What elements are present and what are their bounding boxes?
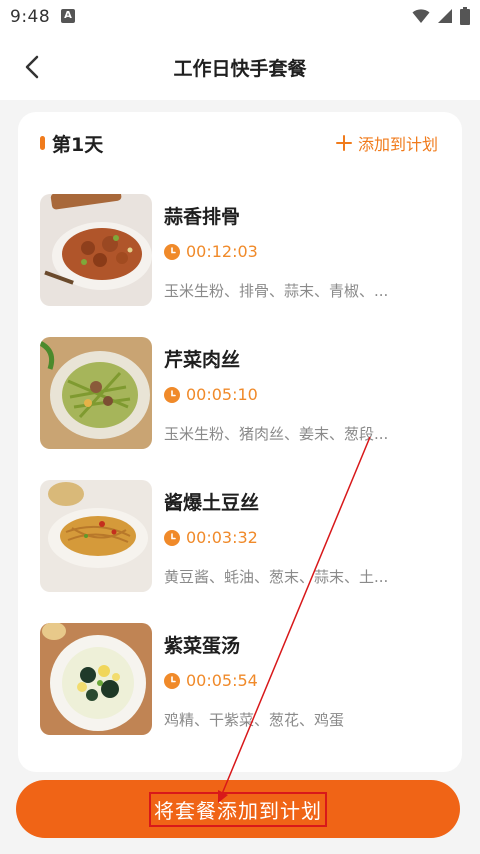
notification-icon: A	[61, 9, 75, 23]
add-to-plan-link[interactable]: 添加到计划	[335, 130, 438, 156]
dish-ingredients: 鸡精、干紫菜、葱花、鸡蛋	[164, 711, 345, 729]
dish-photo	[40, 623, 152, 735]
dish-time-text: 00:05:10	[186, 385, 258, 404]
dish-time: 00:05:10	[164, 385, 258, 404]
page-title: 工作日快手套餐	[173, 58, 307, 80]
status-bar: 9:48 A	[0, 0, 480, 34]
clock-icon	[164, 386, 180, 403]
day-title: 第1天	[52, 133, 104, 156]
dish-item[interactable]: 酱爆土豆丝 00:03:32 黄豆酱、蚝油、葱末、蒜末、土...	[40, 480, 440, 623]
day-header: 第1天	[40, 130, 103, 156]
dish-list: 蒜香排骨 00:12:03 玉米生粉、排骨、蒜末、青椒、... 芹菜肉丝 00:…	[40, 194, 440, 766]
dish-item[interactable]: 芹菜肉丝 00:05:10 玉米生粉、猪肉丝、姜末、葱段...	[40, 337, 440, 480]
clock-icon	[164, 672, 180, 689]
dish-name: 紫菜蛋汤	[164, 635, 241, 657]
dish-time-text: 00:03:32	[186, 528, 258, 547]
add-package-to-plan-label: 将套餐添加到计划	[149, 791, 327, 827]
dish-name: 芹菜肉丝	[164, 349, 241, 371]
dish-time: 00:03:32	[164, 528, 258, 547]
clock-icon	[164, 243, 180, 260]
signal-icon	[438, 9, 452, 23]
dish-photo	[40, 480, 152, 592]
dish-photo	[40, 194, 152, 306]
dish-item[interactable]: 蒜香排骨 00:12:03 玉米生粉、排骨、蒜末、青椒、...	[40, 194, 440, 337]
day-marker	[40, 136, 45, 150]
status-time: 9:48	[10, 7, 51, 27]
dish-time-text: 00:12:03	[186, 242, 258, 261]
dish-time: 00:12:03	[164, 242, 258, 261]
meal-plan-card: 第1天 添加到计划 蒜香排骨 00:12:03 玉米生粉、排骨、蒜末、青椒、..…	[18, 112, 462, 772]
add-to-plan-label: 添加到计划	[357, 135, 438, 154]
status-icons	[412, 7, 470, 25]
clock-icon	[164, 529, 180, 546]
wifi-icon	[412, 9, 430, 23]
dish-time-text: 00:05:54	[186, 671, 258, 690]
dish-name: 酱爆土豆丝	[164, 492, 260, 514]
dish-ingredients: 玉米生粉、猪肉丝、姜末、葱段...	[164, 425, 389, 443]
battery-icon	[460, 7, 470, 25]
nav-bar: 工作日快手套餐	[0, 34, 480, 100]
dish-photo	[40, 337, 152, 449]
dish-item[interactable]: 紫菜蛋汤 00:05:54 鸡精、干紫菜、葱花、鸡蛋	[40, 623, 440, 766]
dish-time: 00:05:54	[164, 671, 258, 690]
dish-ingredients: 玉米生粉、排骨、蒜末、青椒、...	[164, 282, 389, 300]
dish-ingredients: 黄豆酱、蚝油、葱末、蒜末、土...	[164, 568, 389, 586]
add-package-to-plan-button[interactable]: 将套餐添加到计划	[16, 780, 460, 838]
dish-name: 蒜香排骨	[164, 206, 241, 228]
plus-icon	[335, 135, 352, 151]
